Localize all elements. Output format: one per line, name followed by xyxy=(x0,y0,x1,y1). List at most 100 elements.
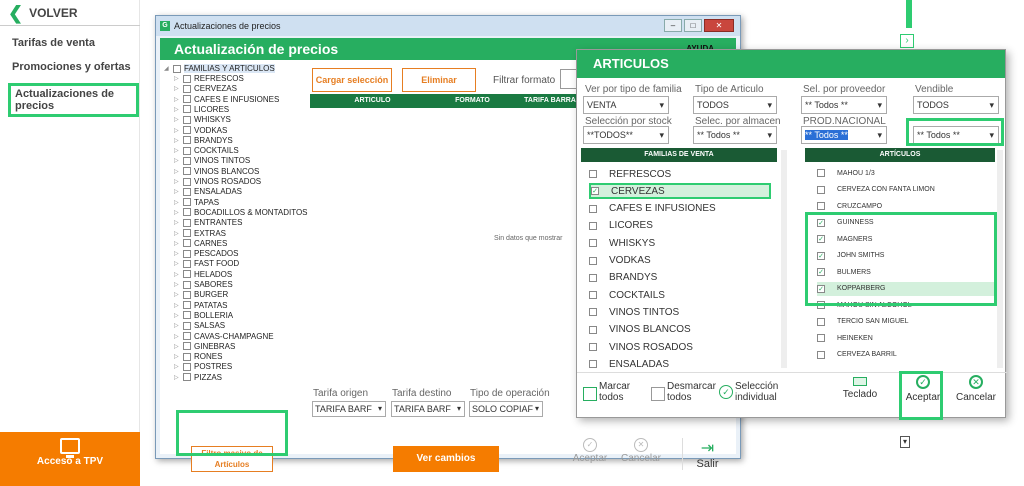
article-row[interactable]: CERVEZA CON FANTA LIMON xyxy=(817,183,995,197)
checkbox[interactable] xyxy=(589,343,597,351)
chevron-right-icon[interactable]: › xyxy=(900,34,914,48)
checkbox[interactable] xyxy=(183,229,191,237)
delete-selection-button[interactable]: Eliminar selección xyxy=(402,68,476,107)
checkbox[interactable] xyxy=(183,84,191,93)
checkbox[interactable] xyxy=(183,105,191,114)
checkbox[interactable]: ✓ xyxy=(591,187,599,196)
checkbox[interactable] xyxy=(183,373,191,382)
expand-icon[interactable]: ▷ xyxy=(174,322,180,329)
articles-scrollbar[interactable] xyxy=(997,150,1003,368)
family-row[interactable]: LICORES xyxy=(589,218,771,234)
dest-dropdown[interactable]: TARIFA BARF ▾ xyxy=(391,401,465,417)
column-formato[interactable]: FORMATO xyxy=(435,94,510,108)
checkbox[interactable] xyxy=(589,221,597,230)
tree-item[interactable]: ▷ VINOS TINTOS xyxy=(174,156,250,165)
expand-icon[interactable]: ▷ xyxy=(174,127,180,134)
checkbox[interactable] xyxy=(183,156,191,165)
dialog-cancel-button[interactable]: ✕ Cancelar xyxy=(955,375,997,403)
checkbox[interactable] xyxy=(589,325,597,334)
tree-item[interactable]: ▷ SABORES xyxy=(174,280,233,289)
exit-button[interactable]: ⇥ Salir xyxy=(682,438,732,470)
expand-icon[interactable]: ▷ xyxy=(174,363,180,370)
tree-item[interactable]: ▷ HELADOS xyxy=(174,270,232,279)
checkbox[interactable] xyxy=(173,64,181,73)
checkbox[interactable] xyxy=(183,74,191,83)
family-row[interactable]: CAFES E INFUSIONES xyxy=(589,201,771,217)
expand-icon[interactable]: ▷ xyxy=(174,157,180,164)
tree-item[interactable]: ▷ COCKTAILS xyxy=(174,146,239,155)
checkbox[interactable] xyxy=(183,126,191,134)
checkbox[interactable] xyxy=(817,202,825,210)
expand-icon[interactable]: ▷ xyxy=(174,137,180,144)
tree-item[interactable]: ▷ CAVAS-CHAMPAGNE xyxy=(174,332,274,341)
back-button[interactable]: ❮ VOLVER xyxy=(8,4,78,22)
tree-item[interactable]: ▷ CAFES E INFUSIONES xyxy=(174,95,279,104)
family-row[interactable]: ✓ CERVEZAS xyxy=(589,183,771,200)
checkbox[interactable] xyxy=(817,169,825,177)
tpv-access-button[interactable]: Acceso a TPV xyxy=(0,432,140,486)
sidebar-item-tarifas[interactable]: Tarifas de venta xyxy=(12,37,95,49)
expand-icon[interactable]: ▷ xyxy=(174,75,180,82)
expand-icon[interactable]: ▷ xyxy=(174,147,180,154)
check-circle-icon[interactable]: ✓ xyxy=(719,385,733,399)
sidebar-item-actualizaciones[interactable]: Actualizaciones de precios xyxy=(8,83,139,117)
sellable-dropdown[interactable]: TODOS ▾ xyxy=(913,96,999,114)
keyboard-button[interactable]: Teclado xyxy=(835,377,885,400)
article-row[interactable]: TERCIO SAN MIGUEL xyxy=(817,315,995,329)
checkbox[interactable] xyxy=(183,301,191,310)
expand-icon[interactable]: ▷ xyxy=(174,281,180,288)
checkbox[interactable] xyxy=(183,208,191,217)
expand-icon[interactable]: ▷ xyxy=(174,250,180,257)
checkbox[interactable] xyxy=(589,360,597,369)
checkbox[interactable] xyxy=(589,204,597,213)
tree-item[interactable]: ▷ FAST FOOD xyxy=(174,259,239,268)
family-row[interactable]: ENSALADAS xyxy=(589,356,771,372)
checkbox[interactable] xyxy=(183,290,191,299)
family-row[interactable]: REFRESCOS xyxy=(589,166,771,182)
checkbox[interactable] xyxy=(589,170,597,178)
checkbox[interactable] xyxy=(183,352,191,361)
article-row[interactable]: MAHOU 1/3 xyxy=(817,166,995,180)
tree-item[interactable]: ▷ BRANDYS xyxy=(174,136,233,145)
tree-item[interactable]: ▷ LICORES xyxy=(174,105,229,114)
expand-icon[interactable]: ▷ xyxy=(174,178,180,185)
operation-dropdown[interactable]: SOLO COPIAF ▾ xyxy=(469,401,543,417)
checkbox[interactable] xyxy=(183,311,191,320)
expand-icon[interactable]: ▷ xyxy=(174,168,180,175)
individual-option[interactable]: Selección individual xyxy=(735,381,778,403)
checkbox[interactable] xyxy=(589,273,597,282)
unmark-all-option[interactable]: Desmarcar todos xyxy=(667,381,716,403)
tree-item[interactable]: ▷ GINEBRAS xyxy=(174,342,235,351)
checkbox[interactable] xyxy=(589,291,597,300)
article-row[interactable]: HEINEKEN xyxy=(817,331,995,345)
stock-dropdown[interactable]: **TODOS** ▾ xyxy=(583,126,669,144)
supplier-dropdown[interactable]: ** Todos ** ▾ xyxy=(801,96,887,114)
checkbox[interactable] xyxy=(183,280,191,289)
checkbox[interactable] xyxy=(183,362,191,371)
mark-all-checkbox[interactable] xyxy=(583,387,597,401)
checkbox[interactable] xyxy=(183,177,191,186)
tree-item[interactable]: ▷ BOLLERIA xyxy=(174,311,233,320)
expand-icon[interactable]: ▷ xyxy=(174,343,180,350)
expand-icon[interactable]: ▷ xyxy=(174,240,180,247)
column-articulo[interactable]: ARTICULO xyxy=(310,94,435,108)
checkbox[interactable] xyxy=(817,185,825,194)
expand-icon[interactable]: ▷ xyxy=(174,96,180,103)
checkbox[interactable] xyxy=(183,136,191,145)
checkbox[interactable] xyxy=(183,249,191,258)
tree-item[interactable]: ▷ VODKAS xyxy=(174,126,227,135)
checkbox[interactable] xyxy=(183,332,191,340)
checkbox[interactable] xyxy=(183,95,191,104)
article-type-dropdown[interactable]: TODOS ▾ xyxy=(693,96,777,114)
expand-icon[interactable]: ▷ xyxy=(174,230,180,237)
tree-root[interactable]: ◢ FAMILIAS Y ARTICULOS xyxy=(164,64,275,73)
family-row[interactable]: VINOS ROSADOS xyxy=(589,339,771,355)
family-row[interactable]: BRANDYS xyxy=(589,270,771,286)
family-row[interactable]: WHISKYS xyxy=(589,235,771,251)
tree-item[interactable]: ▷ BOCADILLOS & MONTADITOS xyxy=(174,208,308,217)
expand-icon[interactable]: ▷ xyxy=(174,85,180,92)
accept-button[interactable]: ✓ Aceptar xyxy=(570,438,610,464)
national-product-dropdown[interactable]: ** Todos ** ▾ xyxy=(801,126,887,144)
expand-icon[interactable]: ▷ xyxy=(174,116,180,123)
sidebar-item-promociones[interactable]: Promociones y ofertas xyxy=(12,61,131,73)
